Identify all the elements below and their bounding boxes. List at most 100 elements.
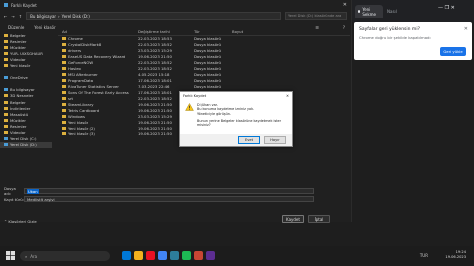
- confirm-dialog: Farklı Kaydet ✕ D:\Ukan var. Bu konuma k…: [179, 91, 293, 147]
- navigation-pane: Belgeler Resimler Müzikler YUR- UIXSGHAUR Vi…: [0, 32, 52, 186]
- confirm-line: Bunun yerine Belgeler klasörüne kaydetme…: [197, 118, 282, 128]
- taskbar-app-icon[interactable]: [206, 251, 215, 260]
- no-button[interactable]: Hayır: [264, 136, 286, 144]
- sidebar-item-label: OneDrive: [10, 75, 28, 81]
- filetype-row: Kayıt türü: Medlistlt arşivi: [4, 196, 314, 202]
- confirm-close-button[interactable]: ✕: [286, 94, 289, 98]
- taskbar-app-icon[interactable]: [146, 251, 155, 260]
- taskbar-app-icon[interactable]: [170, 251, 179, 260]
- file-date: 22.03.2023 18:52: [138, 60, 172, 66]
- file-name: RivaTuner Statistics Server: [68, 83, 119, 89]
- file-name: SteamLibrary: [68, 101, 94, 107]
- up-arrow-icon[interactable]: ↑: [19, 14, 22, 19]
- folder-icon: [62, 108, 66, 112]
- taskbar-app-icon[interactable]: [158, 251, 167, 260]
- dialog-title: Farklı Kaydet: [11, 2, 37, 8]
- taskbar-app-icon[interactable]: [122, 251, 131, 260]
- taskbar-search[interactable]: ⌕ Ara: [20, 251, 110, 261]
- file-name-cell: Chrome: [58, 36, 138, 41]
- file-type: Dosya klasörü: [194, 42, 221, 48]
- folder-icon: [62, 114, 66, 118]
- browser-tab[interactable]: Nasıl: [384, 5, 408, 18]
- folder-icon: [62, 120, 66, 124]
- back-arrow-icon[interactable]: ←: [4, 14, 7, 19]
- warning-icon: [185, 103, 194, 111]
- column-header-date[interactable]: Değiştirme tarihi: [138, 29, 194, 34]
- file-name: Sons Of The Forest Early Access: [68, 89, 129, 95]
- confirm-footer: Evet Hayır: [180, 134, 292, 146]
- folder-icon: [62, 102, 66, 106]
- window-controls[interactable]: — ❐ ✕: [438, 5, 455, 11]
- taskbar-app-icon[interactable]: [182, 251, 191, 260]
- search-input[interactable]: Yerel Disk (D:) klasöründe ara: [285, 12, 347, 20]
- folder-icon: [62, 79, 66, 83]
- windows-start-icon[interactable]: [6, 251, 15, 260]
- hide-folders-toggle[interactable]: ⌃ Klasörleri Gizle: [4, 219, 37, 224]
- confirm-message: D:\Ukan var. Bu konuma kaydetme izniniz …: [197, 103, 289, 127]
- folder-icon: [62, 49, 66, 53]
- confirm-titlebar: Farklı Kaydet ✕: [180, 92, 292, 99]
- taskbar-app-icon[interactable]: [134, 251, 143, 260]
- filetype-label: Kayıt türü:: [4, 196, 24, 202]
- folder-icon: [4, 57, 8, 61]
- file-name: EaseUS Data Recovery Wizard: [68, 54, 126, 60]
- organize-button[interactable]: Düzenle: [8, 25, 24, 30]
- dialog-titlebar: Farklı Kaydet ✕: [0, 0, 351, 10]
- file-name: Yeni klasör (2): [68, 125, 95, 131]
- sidebar-item-label: Yerel Disk (D:): [10, 142, 37, 148]
- sidebar-item-label: Yeni klasör: [10, 63, 31, 69]
- filename-label: Dosya adı:: [4, 186, 16, 196]
- sidebar-item[interactable]: Yerel Disk (D:): [0, 141, 52, 148]
- folder-icon: [62, 55, 66, 59]
- cancel-button[interactable]: İptal: [308, 215, 330, 223]
- file-name: drivers: [68, 48, 82, 54]
- breadcrumb-item[interactable]: Bu bilgisayar: [30, 14, 56, 19]
- sidebar-item-label: Videolar: [10, 56, 26, 62]
- tab-label: Yeni Sekme: [362, 6, 376, 17]
- popup-close-button[interactable]: ✕: [464, 26, 468, 32]
- browser-tab-strip: Yeni Sekme Nasıl — ❐ ✕: [352, 0, 474, 22]
- folder-icon: [4, 131, 8, 135]
- new-folder-button[interactable]: Yeni klasör: [34, 25, 55, 30]
- column-header-type[interactable]: Tür: [194, 29, 232, 34]
- column-header-size[interactable]: Boyut: [232, 29, 262, 34]
- dialog-close-button[interactable]: ✕: [343, 2, 347, 8]
- file-name: Chrome: [68, 36, 83, 42]
- restore-button[interactable]: Geri yükle: [440, 47, 466, 56]
- folder-icon: [62, 43, 66, 47]
- forward-arrow-icon[interactable]: →: [11, 14, 14, 19]
- cloud-icon: [4, 76, 8, 80]
- clock-date: 19.06.2023: [445, 255, 466, 259]
- file-name-cell: Yeni klasör (2): [58, 126, 138, 131]
- address-bar[interactable]: Bu bilgisayar › Yerel Disk (D:): [26, 12, 281, 20]
- breadcrumb-item[interactable]: Yerel Disk (D:): [62, 14, 90, 19]
- folder-icon: [62, 132, 66, 136]
- folder-icon: [4, 33, 8, 37]
- file-name-cell: EaseUS Data Recovery Wizard: [58, 54, 138, 59]
- yes-button[interactable]: Evet: [238, 136, 260, 144]
- file-type: Dosya klasörü: [194, 66, 221, 72]
- file-name-cell: Windows: [58, 114, 138, 119]
- taskbar: ⌕ Ara TUR 19:24 19.06.2023: [0, 246, 474, 266]
- file-type: Dosya klasörü: [194, 60, 221, 66]
- browser-tab[interactable]: Yeni Sekme: [355, 5, 383, 18]
- folder-icon: [4, 45, 8, 49]
- filetype-select[interactable]: Medlistlt arşivi: [24, 196, 314, 202]
- address-row: ← → ↑ Bu bilgisayar › Yerel Disk (D:) Ye…: [0, 10, 351, 22]
- screen: Farklı Kaydet ✕ ← → ↑ Bu bilgisayar › Ye…: [0, 0, 474, 266]
- folder-icon: [62, 126, 66, 130]
- language-indicator[interactable]: TUR: [420, 253, 428, 258]
- dialog-bottom: Dosya adı: Ukan Kayıt türü: Medlistlt ar…: [0, 186, 352, 224]
- taskbar-app-icon[interactable]: [194, 251, 203, 260]
- column-header-name[interactable]: Ad: [58, 29, 138, 34]
- folder-icon: [4, 112, 8, 116]
- file-date: 22.03.2023 18:52: [138, 66, 172, 72]
- file-type: Dosya klasörü: [194, 72, 221, 78]
- folder-icon: [4, 124, 8, 128]
- save-button[interactable]: Kaydet: [282, 215, 304, 223]
- clock[interactable]: 19:24 19.06.2023: [445, 250, 466, 260]
- file-type: Dosya klasörü: [194, 54, 221, 60]
- folder-icon: [4, 100, 8, 104]
- filename-field[interactable]: Ukan: [24, 188, 314, 194]
- file-name: MSI Afterburner: [68, 72, 98, 78]
